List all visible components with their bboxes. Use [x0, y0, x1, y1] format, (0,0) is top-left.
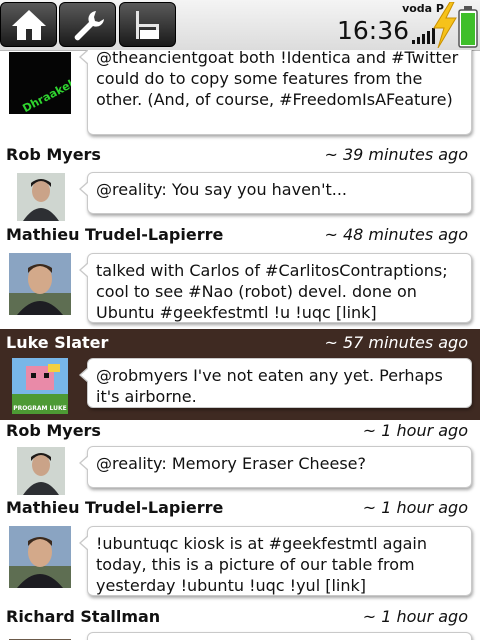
- top-bar: voda P 16:36: [0, 0, 480, 51]
- author-name[interactable]: Rob Myers: [6, 421, 101, 440]
- timestamp: ~ 39 minutes ago: [324, 145, 468, 164]
- fullscreen-button[interactable]: [119, 2, 176, 47]
- message-text: talked with Carlos of #CarlitosContrapti…: [96, 261, 448, 322]
- message-bubble: @reality: You say you haven't...: [79, 172, 472, 214]
- timeline-entry-selected[interactable]: Luke Slater ~ 57 minutes ago PROGRAM LUK…: [0, 329, 480, 420]
- timeline-entry[interactable]: Dhraakellian @theancientgoat both !Ident…: [0, 50, 480, 140]
- timeline-entry[interactable]: Rob Myers ~ 1 hour ago @reality: Memory …: [0, 420, 480, 500]
- chair-icon: [135, 10, 159, 39]
- timestamp: ~ 48 minutes ago: [324, 225, 468, 244]
- battery-icon: [458, 6, 478, 48]
- svg-text:PROGRAM LUKE: PROGRAM LUKE: [13, 405, 67, 412]
- avatar[interactable]: [17, 447, 65, 495]
- message-bubble: @robmyers I've not eaten any yet. Perhap…: [79, 358, 472, 408]
- author-name[interactable]: Luke Slater: [6, 333, 108, 352]
- message-text: @reality: You say you haven't...: [96, 180, 347, 199]
- wrench-icon: [74, 10, 104, 40]
- charging-icon: [433, 2, 457, 48]
- timeline-entry[interactable]: Richard Stallman ~ 1 hour ago: [0, 605, 480, 640]
- timeline-entry[interactable]: Mathieu Trudel-Lapierre ~ 48 minutes ago…: [0, 225, 480, 333]
- message-bubble: [87, 632, 472, 640]
- timestamp: ~ 1 hour ago: [362, 498, 468, 517]
- timestamp: ~ 57 minutes ago: [324, 333, 468, 352]
- author-name[interactable]: Mathieu Trudel-Lapierre: [6, 498, 223, 517]
- timeline-entry[interactable]: Rob Myers ~ 39 minutes ago @reality: You…: [0, 145, 480, 223]
- timestamp: ~ 1 hour ago: [362, 607, 468, 626]
- message-text: @theancientgoat both !Identica and #Twit…: [96, 50, 459, 109]
- home-button[interactable]: [0, 2, 57, 47]
- avatar[interactable]: [9, 526, 71, 588]
- home-icon: [11, 9, 46, 40]
- message-bubble: talked with Carlos of #CarlitosContrapti…: [79, 253, 472, 323]
- clock: 16:36: [337, 16, 410, 45]
- message-bubble: @reality: Memory Eraser Cheese?: [79, 446, 472, 488]
- message-bubble: @theancientgoat both !Identica and #Twit…: [79, 50, 472, 135]
- message-bubble: !ubuntuqc kiosk is at #geekfestmtl again…: [79, 526, 472, 596]
- avatar[interactable]: [9, 632, 71, 640]
- message-text: @reality: Memory Eraser Cheese?: [96, 454, 366, 473]
- avatar: Dhraakellian: [9, 52, 71, 114]
- timestamp: ~ 1 hour ago: [362, 421, 468, 440]
- author-name[interactable]: Richard Stallman: [6, 607, 160, 626]
- message-text: @robmyers I've not eaten any yet. Perhap…: [96, 366, 443, 406]
- timeline[interactable]: Dhraakellian @theancientgoat both !Ident…: [0, 50, 480, 640]
- avatar[interactable]: [17, 173, 65, 221]
- author-name[interactable]: Mathieu Trudel-Lapierre: [6, 225, 223, 244]
- author-name[interactable]: Rob Myers: [6, 145, 101, 164]
- settings-button[interactable]: [59, 2, 116, 47]
- message-text: !ubuntuqc kiosk is at #geekfestmtl again…: [96, 534, 428, 595]
- timeline-entry[interactable]: Mathieu Trudel-Lapierre ~ 1 hour ago !ub…: [0, 498, 480, 606]
- avatar[interactable]: [9, 253, 71, 315]
- avatar[interactable]: PROGRAM LUKE: [12, 358, 68, 414]
